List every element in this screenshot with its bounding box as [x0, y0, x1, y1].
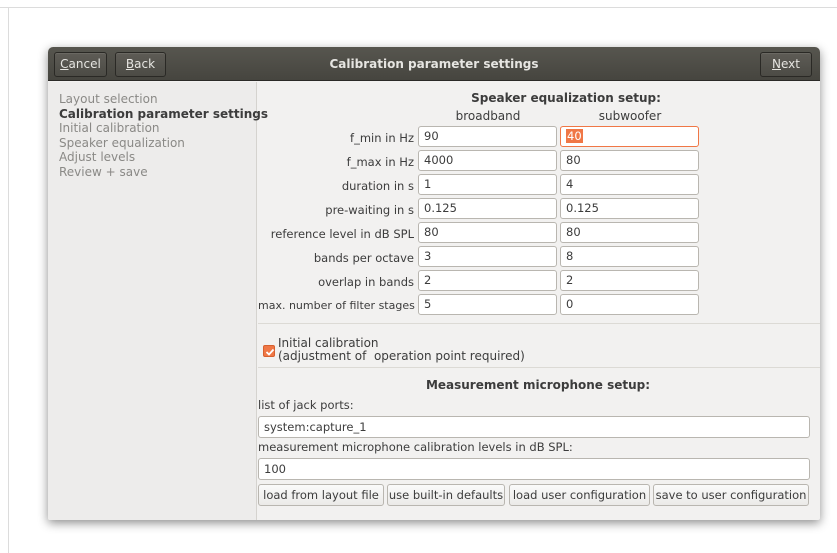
filter-stages-broadband-field[interactable]: 5	[418, 294, 557, 315]
row-label-reference-level: reference level in dB SPL	[270, 227, 414, 241]
cancel-label: ancel	[68, 57, 101, 71]
cancel-accel: C	[60, 57, 69, 71]
cancel-button[interactable]: Cancel	[54, 52, 107, 77]
filter-stages-subwoofer-field[interactable]: 0	[560, 294, 699, 315]
microphone-setup-title: Measurement microphone setup:	[425, 378, 651, 392]
use-builtin-defaults-button[interactable]: use built-in defaults	[387, 484, 505, 506]
jack-ports-field[interactable]: system:capture_1	[258, 416, 810, 438]
overlap-broadband-field[interactable]: 2	[418, 270, 557, 291]
bands-per-octave-subwoofer-field[interactable]: 8	[560, 246, 699, 267]
save-user-configuration-button[interactable]: save to user configuration	[653, 484, 809, 506]
jack-ports-label: list of jack ports:	[258, 398, 354, 412]
initial-calibration-option[interactable]: Initial calibration (adjustment of opera…	[258, 323, 820, 365]
calibration-levels-field[interactable]: 100	[258, 458, 810, 480]
sidebar-step-layout-selection: Layout selection	[59, 92, 158, 106]
column-header-subwoofer: subwoofer	[598, 109, 662, 123]
row-label-bands-per-octave: bands per octave	[313, 251, 414, 265]
next-button[interactable]: Next	[760, 52, 812, 77]
sidebar-step-speaker-equalization: Speaker equalization	[59, 135, 185, 150]
next-accel: N	[772, 57, 781, 71]
initial-calibration-label-line2: (adjustment of operation point required)	[278, 349, 525, 363]
f-min-subwoofer-value: 40	[566, 129, 583, 143]
initial-calibration-label[interactable]: Initial calibration (adjustment of opera…	[278, 337, 525, 363]
column-header-broadband: broadband	[455, 109, 521, 123]
f-min-broadband-field[interactable]: 90	[418, 126, 557, 147]
reference-level-subwoofer-field[interactable]: 80	[560, 222, 699, 243]
pre-waiting-broadband-field[interactable]: 0.125	[418, 198, 557, 219]
load-from-layout-button[interactable]: load from layout file	[258, 484, 384, 506]
pre-waiting-subwoofer-field[interactable]: 0.125	[560, 198, 699, 219]
row-label-duration: duration in s	[341, 179, 414, 193]
bands-per-octave-broadband-field[interactable]: 3	[418, 246, 557, 267]
sidebar-step-calibration-parameters: Calibration parameter settings	[59, 106, 269, 121]
duration-broadband-field[interactable]: 1	[418, 174, 557, 195]
overlap-subwoofer-field[interactable]: 2	[560, 270, 699, 291]
header-bar: Calibration parameter settings Cancel Ba…	[48, 47, 820, 81]
next-label: ext	[781, 57, 800, 71]
row-label-f-min: f_min in Hz	[350, 131, 414, 145]
check-icon	[265, 348, 275, 356]
background-frame-line	[0, 7, 837, 8]
sidebar-step-adjust-levels: Adjust levels	[59, 150, 136, 164]
background-frame-line	[8, 7, 9, 553]
row-label-f-max: f_max in Hz	[346, 155, 414, 169]
duration-subwoofer-field[interactable]: 4	[560, 174, 699, 195]
f-max-subwoofer-field[interactable]: 80	[560, 150, 699, 171]
row-label-overlap: overlap in bands	[318, 275, 414, 289]
load-user-configuration-button[interactable]: load user configuration	[509, 484, 650, 506]
speaker-eq-title: Speaker equalization setup:	[471, 91, 661, 105]
sidebar-step-review-save: Review + save	[59, 164, 148, 179]
reference-level-broadband-field[interactable]: 80	[418, 222, 557, 243]
row-label-pre-waiting: pre-waiting in s	[325, 203, 414, 217]
step-sidebar: Layout selection Calibration parameter s…	[48, 82, 269, 520]
f-min-subwoofer-field[interactable]: 40	[560, 126, 699, 147]
separator	[258, 367, 820, 368]
settings-content: Speaker equalization setup: broadband su…	[258, 82, 820, 520]
sidebar-step-initial-calibration: Initial calibration	[59, 121, 160, 135]
initial-calibration-checkbox[interactable]	[263, 345, 275, 357]
back-accel: B	[125, 57, 135, 71]
calibration-levels-label: measurement microphone calibration level…	[258, 440, 573, 454]
back-label: ack	[134, 57, 156, 71]
row-label-filter-stages: max. number of filter stages	[258, 299, 415, 312]
calibration-dialog: Calibration parameter settings Cancel Ba…	[48, 47, 820, 520]
f-max-broadband-field[interactable]: 4000	[418, 150, 557, 171]
back-button[interactable]: Back	[115, 52, 166, 77]
